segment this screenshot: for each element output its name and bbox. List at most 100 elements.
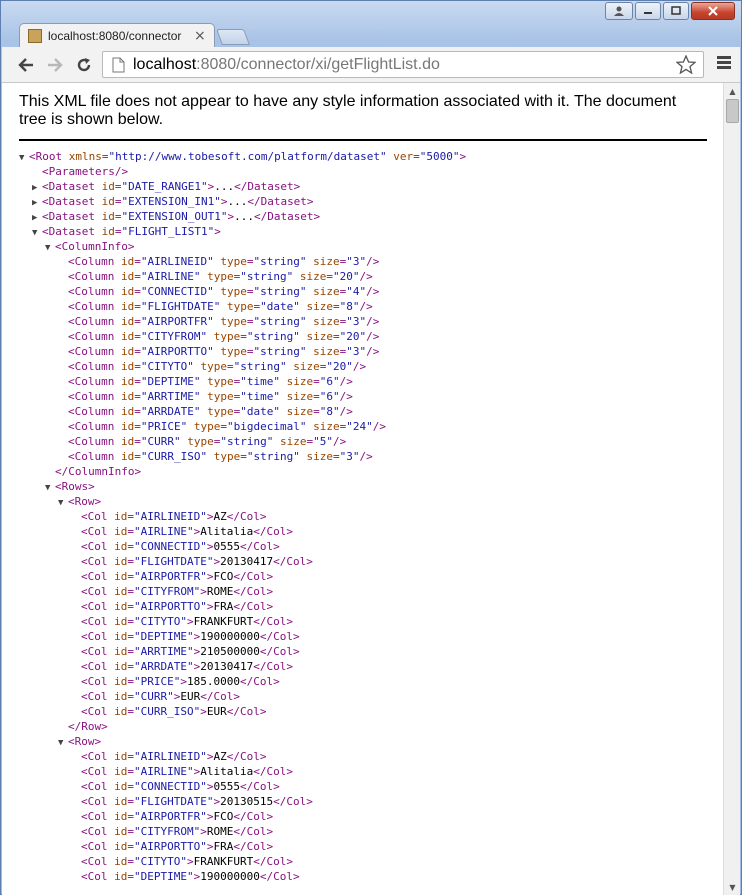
- attr-value: "string": [240, 270, 294, 283]
- tab-active[interactable]: localhost:8080/connector ×: [19, 23, 215, 47]
- xml-tag: </Col>: [253, 855, 293, 868]
- xml-tag: </Col>: [239, 780, 280, 793]
- scroll-up-icon[interactable]: ▲: [724, 83, 740, 99]
- attr-value: "20": [339, 330, 367, 343]
- xml-col-line: <Col id="AIRPORTFR">FCO</Col>: [19, 569, 466, 584]
- attr-eq: =: [134, 255, 141, 268]
- attr-name: size: [306, 255, 340, 268]
- attr-name: size: [279, 390, 314, 403]
- xml-tag: <Column: [68, 390, 115, 403]
- xml-tag: </Col>: [233, 600, 274, 613]
- attr-value: "ARRTIME": [140, 390, 201, 403]
- xml-column-line: <Column id="CURR" type="string" size="5"…: [19, 434, 466, 449]
- attr-eq: =: [127, 705, 134, 718]
- collapse-toggle-icon[interactable]: ▼: [32, 226, 42, 241]
- attr-name: id: [114, 285, 135, 298]
- xml-col-line: <Col id="FLIGHTDATE">20130515</Col>: [19, 794, 466, 809]
- tab-close-icon[interactable]: ×: [194, 28, 206, 44]
- attr-eq: =: [326, 270, 333, 283]
- attr-value: "20": [326, 360, 353, 373]
- xml-tag: <Col: [81, 525, 108, 538]
- xml-text: 20130515: [220, 795, 274, 808]
- xml-tag: />: [366, 330, 380, 343]
- xml-tag: />: [366, 345, 380, 358]
- attr-name: type: [207, 450, 241, 463]
- new-tab-button[interactable]: [216, 29, 250, 45]
- xml-tag: />: [352, 360, 367, 373]
- attr-name: id: [107, 750, 128, 763]
- collapse-toggle-icon[interactable]: ▼: [58, 736, 68, 751]
- xml-text: FCO: [213, 810, 234, 823]
- scrollbar-thumb[interactable]: [726, 99, 739, 123]
- maximize-icon[interactable]: [663, 2, 689, 20]
- xml-col-line: <Col id="FLIGHTDATE">20130417</Col>: [19, 554, 466, 569]
- attr-value: "8": [339, 300, 360, 313]
- xml-tag: </Dataset>: [234, 180, 301, 193]
- xml-text: Alitalia: [200, 525, 254, 538]
- xml-text: FRANKFURT: [193, 855, 254, 868]
- attr-name: type: [187, 420, 221, 433]
- xml-tag: <Col: [81, 540, 108, 553]
- vertical-scrollbar[interactable]: ▲ ▼: [723, 83, 740, 895]
- xml-tag: <Parameters/>: [42, 165, 129, 178]
- xml-column-line: <Column id="DEPTIME" type="time" size="6…: [19, 374, 466, 389]
- xml-tag: >: [180, 675, 187, 688]
- xml-col-line: <Col id="ARRTIME">210500000</Col>: [19, 644, 466, 659]
- xml-tag: />: [359, 270, 373, 283]
- xml-text: ...: [227, 195, 248, 208]
- xml-tag: <Column: [68, 420, 115, 433]
- xml-tag: </Col>: [253, 660, 293, 673]
- xml-text: ...: [234, 210, 254, 223]
- browser-window: localhost:8080/connector × localhost:808…: [0, 0, 742, 895]
- attr-eq: =: [226, 360, 234, 373]
- attr-value: "CITYFROM": [134, 585, 201, 598]
- collapse-toggle-icon[interactable]: ▼: [19, 151, 29, 166]
- close-icon[interactable]: [691, 2, 735, 20]
- forward-button[interactable]: [45, 55, 65, 75]
- attr-eq: =: [134, 345, 141, 358]
- attr-name: id: [94, 180, 115, 193]
- xml-column-line: <Column id="CITYFROM" type="string" size…: [19, 329, 466, 344]
- attr-eq: =: [313, 405, 320, 418]
- attr-name: id: [107, 630, 128, 643]
- attr-eq: =: [134, 375, 141, 388]
- address-bar[interactable]: localhost:8080/connector/xi/getFlightLis…: [102, 51, 704, 78]
- attr-name: id: [107, 825, 128, 838]
- attr-eq: =: [134, 420, 141, 433]
- attr-name: id: [107, 810, 128, 823]
- xml-dataset-open: ▼ <Dataset id="FLIGHT_LIST1">: [19, 224, 466, 239]
- xml-tag: </Dataset>: [247, 195, 314, 208]
- attr-value: "string": [253, 315, 307, 328]
- attr-value: "string": [246, 450, 300, 463]
- attr-name: type: [220, 300, 254, 313]
- xml-column-line: <Column id="CITYTO" type="string" size="…: [19, 359, 466, 374]
- user-icon[interactable]: [605, 2, 633, 20]
- bookmark-star-icon[interactable]: [676, 55, 696, 74]
- xml-dataset-collapsed: ▶ <Dataset id="EXTENSION_OUT1">...</Datas…: [19, 209, 466, 224]
- attr-value: "CITYTO": [134, 615, 187, 628]
- xml-tag: </Col>: [233, 570, 274, 583]
- menu-icon[interactable]: [717, 56, 731, 71]
- xml-tag: <Col: [81, 855, 108, 868]
- attr-name: id: [114, 330, 135, 343]
- attr-value: "AIRPORTFR": [134, 810, 207, 823]
- xml-tag: <Column: [68, 315, 115, 328]
- attr-name: size: [299, 330, 333, 343]
- collapse-toggle-icon[interactable]: ▼: [58, 496, 68, 511]
- collapse-toggle-icon[interactable]: ▼: [45, 481, 55, 496]
- xml-tag: <Col: [81, 840, 108, 853]
- minimize-icon[interactable]: [635, 2, 661, 20]
- collapse-toggle-icon[interactable]: ▼: [45, 241, 55, 256]
- xml-tag: />: [339, 375, 353, 388]
- xml-text: Alitalia: [200, 765, 254, 778]
- site-favicon-icon: [28, 28, 42, 43]
- attr-name: id: [107, 615, 128, 628]
- attr-name: id: [114, 390, 135, 403]
- reload-button[interactable]: [74, 55, 94, 75]
- xml-col-line: <Col id="CITYTO">FRANKFURT</Col>: [19, 854, 466, 869]
- xml-column-line: <Column id="PRICE" type="bigdecimal" siz…: [19, 419, 466, 434]
- xml-col-line: <Col id="DEPTIME">190000000</Col>: [19, 629, 466, 644]
- back-button[interactable]: [16, 55, 36, 75]
- attr-eq: =: [134, 450, 141, 463]
- scroll-down-icon[interactable]: ▼: [724, 879, 740, 895]
